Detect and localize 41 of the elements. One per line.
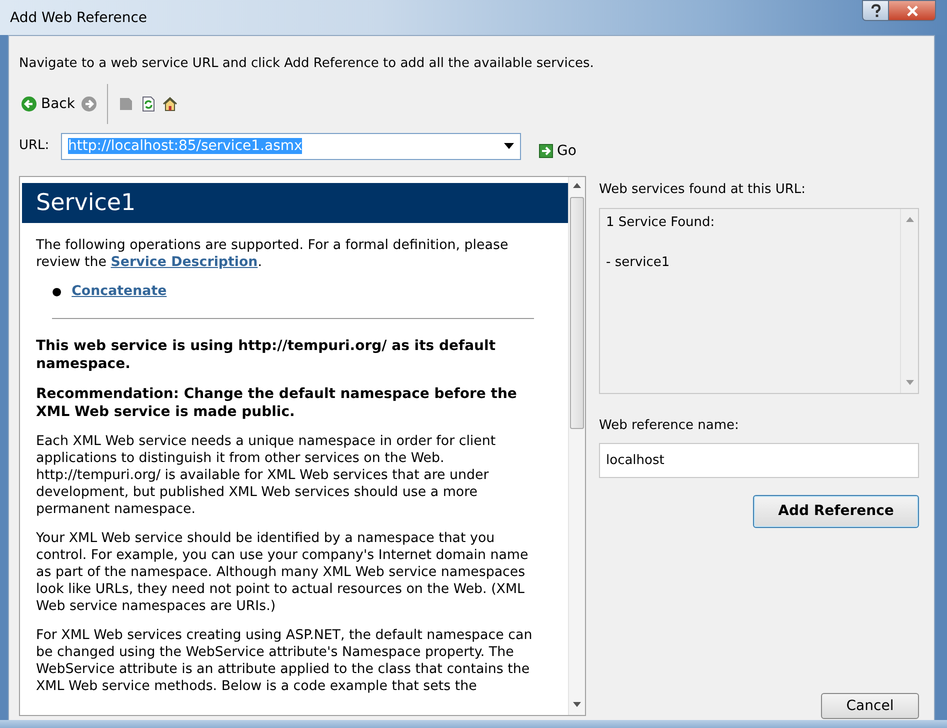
bullet-mark: ● — [52, 284, 62, 300]
refresh-button[interactable] — [140, 96, 156, 112]
service-item: - service1 — [606, 254, 671, 272]
paragraph-text: For XML Web services creating using ASP.NET, the default namespace can be changed using the WebService attribute's Namespace property. The WebService attribute is an attribute applied to the class that contains the XML Web service methods. Below is a code example that sets the — [36, 627, 534, 695]
scroll-up-icon — [573, 183, 581, 188]
scroll-thumb[interactable] — [570, 197, 584, 429]
go-arrow-icon — [539, 144, 553, 158]
vertical-scrollbar[interactable] — [568, 177, 585, 715]
refresh-icon — [140, 96, 156, 112]
back-arrow-icon — [21, 96, 37, 112]
add-reference-button[interactable]: Add Reference — [753, 495, 919, 528]
intro-text: The following operations are supported. For a formal definition, please review the Service Description. — [36, 237, 510, 271]
url-text: http://localhost:85/service1.asmx — [68, 138, 302, 154]
home-icon — [162, 96, 178, 112]
instruction-text: Navigate to a web service URL and click Add Reference to add all the available services. — [18, 55, 595, 73]
help-button[interactable] — [862, 0, 888, 21]
go-button[interactable]: Go — [539, 140, 576, 162]
reference-name-field[interactable]: localhost — [599, 443, 919, 478]
reference-name-label: Web reference name: — [599, 416, 740, 434]
found-label: Web services found at this URL: — [599, 181, 807, 199]
close-button[interactable] — [888, 0, 936, 21]
page-title: Service1 — [22, 183, 568, 223]
namespace-notice: This web service is using http://tempuri.org/ as its default namespace. — [36, 337, 497, 373]
paragraph-text: Your XML Web service should be identified by a namespace that you control. For example, you can use your company's Internet domain name as part of the namespace. Although many XML Web service namespaces look like URLs, they need not point to actual resources on the Web. (XML Web service namespaces are URIs.) — [36, 530, 530, 615]
back-button[interactable]: Back — [21, 94, 75, 114]
window-title: Add Web Reference — [9, 9, 148, 28]
paragraph-text: Each XML Web service needs a unique namespace in order for client applications to distinguish it from other services on the Web. http://tempuri.org/ is available for XML Web services that are under development, but published XML Web services should use a more permanent namespace. — [36, 433, 497, 518]
recommendation-heading: Recommendation: Change the default namespace before the XML Web service is made public. — [36, 385, 518, 421]
help-icon — [870, 4, 882, 18]
operation-link[interactable]: Concatenate — [72, 283, 167, 300]
close-icon — [906, 4, 918, 16]
dropdown-arrow-icon — [504, 143, 514, 149]
home-button[interactable] — [162, 96, 178, 112]
scroll-down-icon — [906, 380, 914, 384]
scroll-up-icon — [906, 216, 914, 222]
service-description-link[interactable]: Service Description — [110, 255, 258, 270]
forward-arrow-icon — [81, 96, 97, 112]
found-count-text: 1 Service Found: — [606, 214, 716, 232]
scroll-down-icon — [573, 702, 581, 707]
cancel-button[interactable]: Cancel — [821, 693, 919, 719]
url-label: URL: — [19, 137, 50, 156]
